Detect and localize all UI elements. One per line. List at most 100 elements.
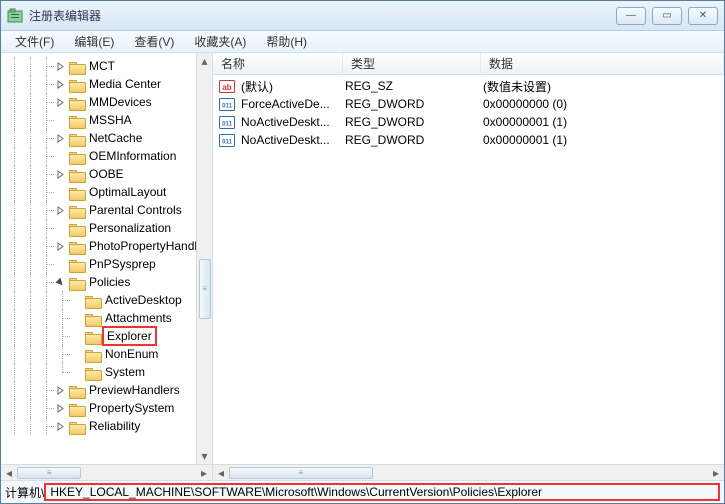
value-name: ForceActiveDe... [241, 97, 345, 111]
menu-file[interactable]: 文件(F) [5, 31, 64, 52]
value-row[interactable]: 011NoActiveDeskt...REG_DWORD0x00000001 (… [217, 113, 724, 131]
dword-value-icon: 011 [219, 132, 235, 148]
expand-toggle-icon[interactable] [55, 133, 66, 144]
tree-view[interactable]: MCT Media CenterMMDevices MSSHA NetCache OEM… [1, 53, 212, 464]
expand-toggle-icon[interactable] [55, 79, 66, 90]
folder-icon [69, 78, 85, 91]
regedit-window: 注册表编辑器 — ▭ ✕ 文件(F) 编辑(E) 查看(V) 收藏夹(A) 帮助… [0, 0, 725, 504]
column-type[interactable]: 类型 [343, 53, 481, 74]
tree-item[interactable]: Policies [7, 273, 210, 291]
column-name[interactable]: 名称 [213, 53, 343, 74]
value-data: 0x00000001 (1) [483, 133, 724, 147]
tree-item-label: Personalization [89, 221, 171, 235]
value-row[interactable]: 011NoActiveDeskt...REG_DWORD0x00000001 (… [217, 131, 724, 149]
expand-toggle-icon[interactable] [55, 97, 66, 108]
scroll-hthumb[interactable]: ≡ [17, 467, 81, 479]
tree-vertical-scrollbar[interactable]: ▴ ≡ ▾ [196, 53, 212, 464]
tree-item-label: NetCache [89, 131, 142, 145]
menu-help[interactable]: 帮助(H) [256, 31, 317, 52]
folder-icon [85, 330, 101, 343]
column-data[interactable]: 数据 [481, 53, 724, 74]
tree-item[interactable]: OEMInformation [7, 147, 210, 165]
scroll-right-icon[interactable]: ▸ [708, 466, 724, 480]
scroll-vthumb[interactable]: ≡ [199, 259, 211, 319]
folder-icon [69, 150, 85, 163]
value-data: 0x00000001 (1) [483, 115, 724, 129]
expand-toggle-icon[interactable] [55, 205, 66, 216]
scroll-hthumb[interactable]: ≡ [229, 467, 373, 479]
tree-item[interactable]: PhotoPropertyHandler [7, 237, 210, 255]
tree-item[interactable]: ActiveDesktop [7, 291, 210, 309]
folder-icon [69, 132, 85, 145]
tree-item[interactable]: OOBE [7, 165, 210, 183]
menu-favorites[interactable]: 收藏夹(A) [184, 31, 256, 52]
menu-bar: 文件(F) 编辑(E) 查看(V) 收藏夹(A) 帮助(H) [1, 31, 724, 53]
tree-item-label: PropertySystem [89, 401, 174, 415]
tree-item-label: Reliability [89, 419, 140, 433]
tree-item[interactable]: Parental Controls [7, 201, 210, 219]
tree-item[interactable]: MSSHA [7, 111, 210, 129]
title-bar[interactable]: 注册表编辑器 — ▭ ✕ [1, 1, 724, 31]
expand-toggle-icon[interactable] [55, 169, 66, 180]
string-value-icon: ab [219, 78, 235, 94]
tree-item[interactable]: NonEnum [7, 345, 210, 363]
scroll-left-icon[interactable]: ◂ [213, 466, 229, 480]
tree-item[interactable]: NetCache [7, 129, 210, 147]
folder-icon [69, 168, 85, 181]
list-horizontal-scrollbar[interactable]: ◂ ≡ ▸ [213, 464, 724, 480]
scroll-right-icon[interactable]: ▸ [196, 466, 212, 480]
tree-item[interactable]: OptimalLayout [7, 183, 210, 201]
tree-item-label: MSSHA [89, 113, 132, 127]
expand-toggle-icon[interactable] [55, 277, 66, 288]
tree-item[interactable]: Explorer [7, 327, 210, 345]
tree-item[interactable]: Attachments [7, 309, 210, 327]
value-type: REG_SZ [345, 79, 483, 93]
tree-horizontal-scrollbar[interactable]: ◂ ≡ ▸ [1, 464, 212, 480]
main-split: MCT Media CenterMMDevices MSSHA NetCache OEM… [1, 53, 724, 481]
status-path: HKEY_LOCAL_MACHINE\SOFTWARE\Microsoft\Wi… [44, 483, 720, 501]
tree-item[interactable]: MCT [7, 57, 210, 75]
menu-view[interactable]: 查看(V) [124, 31, 184, 52]
minimize-button[interactable]: — [616, 7, 646, 25]
expand-toggle-icon[interactable] [55, 385, 66, 396]
maximize-button[interactable]: ▭ [652, 7, 682, 25]
folder-icon [69, 60, 85, 73]
menu-edit[interactable]: 编辑(E) [64, 31, 124, 52]
svg-text:011: 011 [222, 104, 232, 110]
tree-item[interactable]: PreviewHandlers [7, 381, 210, 399]
value-type: REG_DWORD [345, 97, 483, 111]
tree-item-label: MCT [89, 59, 115, 73]
tree-item[interactable]: MMDevices [7, 93, 210, 111]
scroll-down-icon[interactable]: ▾ [198, 448, 212, 464]
tree-panel: MCT Media CenterMMDevices MSSHA NetCache OEM… [1, 53, 213, 480]
scroll-htrack[interactable]: ≡ [17, 466, 196, 480]
app-icon [7, 8, 23, 24]
tree-item[interactable]: System [7, 363, 210, 381]
scroll-left-icon[interactable]: ◂ [1, 466, 17, 480]
expand-toggle-icon[interactable] [55, 61, 66, 72]
tree-item[interactable]: Media Center [7, 75, 210, 93]
scroll-vtrack[interactable]: ≡ [198, 69, 212, 448]
expand-toggle-icon[interactable] [55, 403, 66, 414]
value-data: (数值未设置) [483, 78, 724, 95]
tree-item[interactable]: PropertySystem [7, 399, 210, 417]
title-buttons: — ▭ ✕ [616, 7, 718, 25]
value-row[interactable]: ab(默认)REG_SZ(数值未设置) [217, 77, 724, 95]
scroll-htrack[interactable]: ≡ [229, 466, 708, 480]
tree-item[interactable]: Reliability [7, 417, 210, 435]
folder-icon [85, 294, 101, 307]
folder-icon [85, 348, 101, 361]
scroll-up-icon[interactable]: ▴ [198, 53, 212, 69]
folder-icon [85, 312, 101, 325]
value-list[interactable]: ab(默认)REG_SZ(数值未设置) 011 ForceActiveDe...RE… [213, 75, 724, 149]
folder-icon [69, 114, 85, 127]
tree-item[interactable]: Personalization [7, 219, 210, 237]
dword-value-icon: 011 [219, 96, 235, 112]
tree-item-label: Explorer [105, 329, 154, 343]
expand-toggle-icon[interactable] [55, 421, 66, 432]
close-button[interactable]: ✕ [688, 7, 718, 25]
value-row[interactable]: 011ForceActiveDe...REG_DWORD0x00000000 (… [217, 95, 724, 113]
tree-item[interactable]: PnPSysprep [7, 255, 210, 273]
expand-toggle-icon[interactable] [55, 241, 66, 252]
tree-item-label: PnPSysprep [89, 257, 156, 271]
